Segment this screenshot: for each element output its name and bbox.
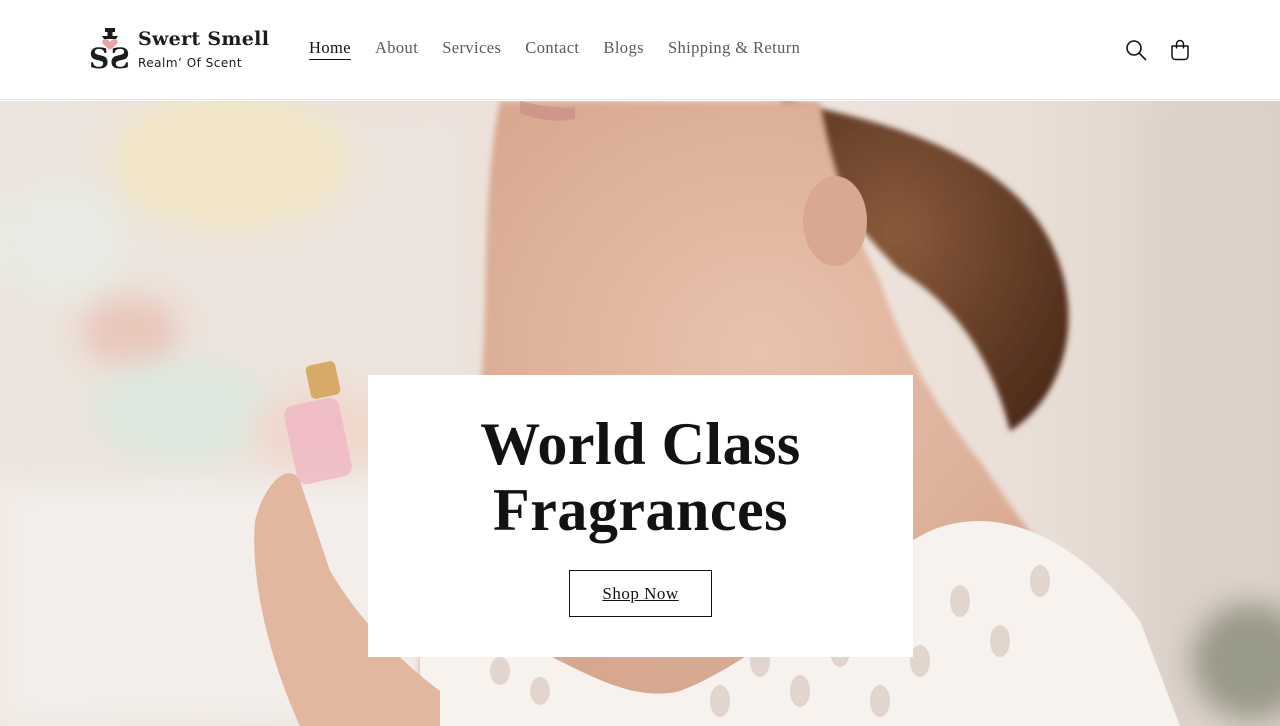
nav-link-services-label: Services [442, 38, 502, 57]
nav-link-blogs[interactable]: Blogs [591, 36, 656, 62]
site-logo[interactable]: S S Swert Smell Realm’ Of Scent [88, 26, 278, 76]
nav-link-contact-label: Contact [525, 38, 580, 57]
nav-link-about-label: About [374, 38, 419, 57]
nav-link-contact[interactable]: Contact [513, 36, 591, 62]
nav-link-shipping-return-label: Shipping & Return [667, 38, 801, 57]
cart-button[interactable] [1164, 34, 1196, 66]
hero-heading: World Class Fragrances [368, 411, 913, 543]
nav-link-blogs-label: Blogs [603, 38, 644, 57]
brand-tagline: Realm’ Of Scent [138, 56, 243, 70]
search-button[interactable] [1120, 34, 1152, 66]
nav-link-home-label: Home [309, 38, 351, 60]
nav-link-shipping-return[interactable]: Shipping & Return [656, 36, 812, 62]
svg-text:S: S [110, 42, 130, 74]
perfume-bottle-logo-icon: S S [89, 28, 130, 74]
hero-heading-line-1: World Class [480, 411, 801, 477]
svg-text:S: S [89, 42, 109, 74]
shopping-bag-icon [1171, 39, 1189, 61]
site-header: S S Swert Smell Realm’ Of Scent Home Abo… [0, 0, 1280, 100]
main-navigation: Home About Services Contact Blogs Shippi… [297, 36, 812, 62]
brand-name: Swert Smell [138, 28, 270, 50]
search-icon [1126, 40, 1147, 61]
nav-link-home[interactable]: Home [297, 36, 363, 62]
hero-banner: World Class Fragrances Shop Now [0, 101, 1280, 726]
nav-link-about[interactable]: About [363, 36, 430, 62]
hero-heading-line-2: Fragrances [493, 477, 788, 543]
hero-content-box: World Class Fragrances Shop Now [368, 375, 913, 657]
shop-now-button[interactable]: Shop Now [569, 570, 712, 617]
nav-link-services[interactable]: Services [430, 36, 513, 62]
